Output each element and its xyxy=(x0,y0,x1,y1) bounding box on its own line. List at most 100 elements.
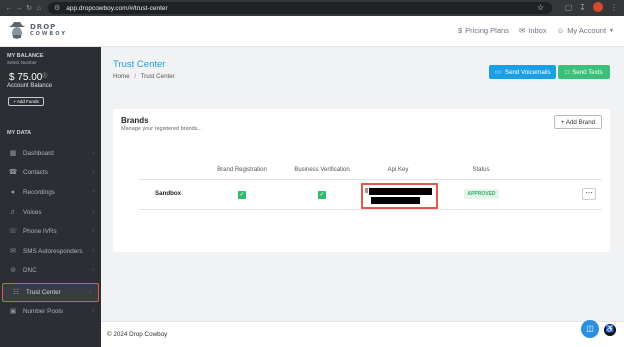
add-funds-button[interactable]: + Add Funds xyxy=(8,97,44,106)
brands-card: Brands Manage your registered brands... … xyxy=(113,109,610,252)
logo[interactable]: DROP COWBOY xyxy=(7,20,67,42)
column-header-api-key: Api Key xyxy=(387,167,409,173)
profile-icon[interactable] xyxy=(593,2,603,12)
sidebar-item-trust-center[interactable]: ☷ Trust Center › xyxy=(2,283,99,302)
select-number[interactable]: Select Number xyxy=(7,60,37,65)
dollar-icon: $ xyxy=(457,26,463,35)
address-bar[interactable]: ⚙ app.dropcowboy.com/#/trust-center ☆ xyxy=(48,2,552,14)
dnc-icon: ⊘ xyxy=(10,266,16,274)
sidebar-item-sms-autoresponders[interactable]: ✉ SMS Autoresponders › xyxy=(0,242,101,261)
api-key-cell[interactable] xyxy=(361,183,438,209)
pool-icon: ▣ xyxy=(9,307,17,315)
url-text: app.dropcowboy.com/#/trust-center xyxy=(66,4,168,12)
my-account-menu[interactable]: ☺ My Account ▼ xyxy=(557,26,614,35)
my-data-label: MY DATA xyxy=(7,130,32,136)
menu-icon[interactable]: ⋮ xyxy=(610,3,618,12)
column-header-brand-registration: Brand Registration xyxy=(217,167,267,173)
reload-icon[interactable]: ↻ xyxy=(24,4,34,12)
pricing-plans-link[interactable]: $ Pricing Plans xyxy=(458,26,509,35)
inbox-link[interactable]: ✉ Inbox xyxy=(519,26,547,35)
trust-icon: ☷ xyxy=(12,288,20,296)
table-divider xyxy=(139,179,602,180)
chevron-right-icon: › xyxy=(92,209,94,215)
sidebar-item-recordings[interactable]: ● Recordings › xyxy=(0,183,101,202)
breadcrumb-home[interactable]: Home xyxy=(113,73,130,80)
sidebar-item-voices[interactable]: ♬ Voices › xyxy=(0,203,101,222)
browser-actions: ▢ ↧ ⋮ xyxy=(565,2,618,12)
brand-name-cell: Sandbox xyxy=(155,190,182,197)
chevron-right-icon: › xyxy=(92,169,94,175)
chevron-right-icon: › xyxy=(92,228,94,234)
download-icon[interactable]: ↧ xyxy=(579,3,586,12)
sidebar-item-contacts[interactable]: ☎ Contacts › xyxy=(0,163,101,182)
extensions-icon[interactable]: ▢ xyxy=(565,3,573,12)
sidebar-item-dnc[interactable]: ⊘ DNC › xyxy=(0,261,101,280)
chevron-right-icon: › xyxy=(92,189,94,195)
accessibility-icon[interactable]: ♿ xyxy=(604,324,616,336)
back-icon[interactable]: ← xyxy=(4,5,14,12)
breadcrumb-current: Trust Center xyxy=(140,73,175,80)
column-header-status: Status xyxy=(472,167,490,173)
voicemail-icon: ○○ xyxy=(494,68,502,76)
send-voicemails-button[interactable]: ○○ Send Voicemails xyxy=(489,65,556,79)
sidebar-item-phone-ivrs[interactable]: ☏ Phone IVRs › xyxy=(0,222,101,241)
chevron-right-icon: › xyxy=(92,248,94,254)
logo-line2: COWBOY xyxy=(30,31,67,37)
account-balance-label: Account Balance xyxy=(7,83,53,89)
balance-value: $ 75.00ⓘ xyxy=(9,72,47,83)
cowboy-logo-icon xyxy=(9,22,25,39)
sidebar-item-number-pools[interactable]: ▣ Number Pools › xyxy=(0,302,101,321)
api-key-partial xyxy=(365,188,368,193)
sidebar-item-label: Recordings xyxy=(23,189,55,196)
table-divider xyxy=(139,209,602,210)
logo-line1: DROP xyxy=(30,23,57,31)
send-texts-label: Send Texts xyxy=(572,68,603,76)
info-icon[interactable]: ⓘ xyxy=(42,73,47,79)
brand-registration-check-icon: ✓ xyxy=(238,191,246,199)
caret-down-icon: ▼ xyxy=(609,27,614,34)
status-badge: APPROVED xyxy=(464,189,499,199)
account-label: My Account xyxy=(567,26,607,35)
inbox-label: Inbox xyxy=(528,26,547,35)
breadcrumb-separator: / xyxy=(134,73,136,80)
sidebar-item-label: DNC xyxy=(23,267,37,274)
footer: © 2024 Drop Cowboy xyxy=(101,321,624,347)
sidebar-item-dashboard[interactable]: ▩ Dashboard › xyxy=(0,144,101,163)
main-content: Trust Center Home / Trust Center ○○ Send… xyxy=(101,47,624,347)
send-voicemails-label: Send Voicemails xyxy=(504,68,551,76)
voice-icon: ♬ xyxy=(9,208,17,216)
chevron-right-icon: › xyxy=(89,290,91,296)
row-actions-button[interactable]: ⋯ xyxy=(582,188,596,200)
balance-amount: $ 75.00 xyxy=(9,72,43,83)
forward-icon[interactable]: → xyxy=(14,5,24,12)
column-header-business-verification: Business Verification xyxy=(294,167,350,173)
mail-icon: ✉ xyxy=(518,26,526,35)
browser-chrome: ← → ↻ ⌂ ⚙ app.dropcowboy.com/#/trust-cen… xyxy=(0,0,624,16)
send-texts-button[interactable]: □ Send Texts xyxy=(558,65,610,79)
home-icon[interactable]: ⌂ xyxy=(34,5,44,12)
recordings-icon: ● xyxy=(10,188,16,196)
tune-icon[interactable]: ⚙ xyxy=(54,4,60,12)
chat-icon: □ xyxy=(565,68,570,76)
header-links: $ Pricing Plans ✉ Inbox ☺ My Account ▼ xyxy=(458,26,614,35)
user-icon: ☺ xyxy=(556,26,565,35)
add-brand-button[interactable]: + Add Brand xyxy=(554,115,602,129)
sidebar-item-label: Voices xyxy=(23,209,42,216)
star-icon[interactable]: ☆ xyxy=(537,3,544,12)
sidebar: MY BALANCE Select Number $ 75.00ⓘ Accoun… xyxy=(0,47,101,347)
business-verification-check-icon: ✓ xyxy=(318,191,326,199)
chat-widget-icon[interactable]: ◫ xyxy=(581,320,599,338)
copyright-text: © 2024 Drop Cowboy xyxy=(107,331,168,338)
card-subtitle: Manage your registered brands... xyxy=(121,126,203,132)
pricing-label: Pricing Plans xyxy=(465,26,509,35)
page-title: Trust Center xyxy=(113,59,166,70)
breadcrumb: Home / Trust Center xyxy=(113,73,175,80)
sms-icon: ✉ xyxy=(10,247,16,255)
app-header: DROP COWBOY $ Pricing Plans ✉ Inbox ☺ My… xyxy=(0,16,624,47)
chevron-right-icon: › xyxy=(92,150,94,156)
sidebar-item-label: Phone IVRs xyxy=(23,228,57,235)
logo-text: DROP COWBOY xyxy=(30,24,67,38)
chevron-right-icon: › xyxy=(92,267,94,273)
sidebar-item-label: Number Pools xyxy=(23,308,63,315)
sidebar-item-label: Contacts xyxy=(23,169,48,176)
